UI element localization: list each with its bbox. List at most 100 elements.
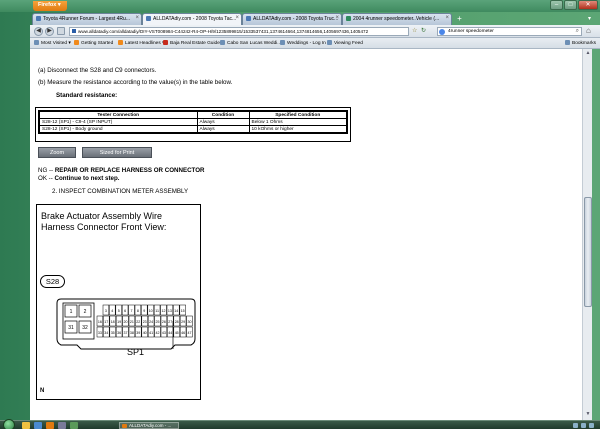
search-icon[interactable]: ⌕ [576, 28, 579, 35]
pin-label: 41 [149, 331, 153, 335]
tab-close-icon[interactable]: × [335, 15, 339, 21]
tab-favicon-icon [246, 16, 251, 21]
pin-label: 5 [118, 309, 120, 313]
firefox-icon [122, 424, 127, 428]
table-cell: Below 1 Ohms [248, 118, 348, 126]
bookmarks-toolbar: Most Visited ▾ Getting Started Latest He… [30, 38, 600, 49]
tab-list-chevron-down-icon[interactable]: ▾ [588, 15, 591, 22]
pin-label: 42 [156, 331, 160, 335]
close-icon[interactable]: ✕ [578, 0, 598, 10]
vertical-scrollbar[interactable]: ▲ ▼ [582, 49, 592, 420]
tray-app-icon[interactable] [589, 423, 594, 428]
pin-label: 22 [136, 320, 140, 324]
tab-favicon-icon [146, 16, 151, 21]
pin-label: 20 [124, 320, 128, 324]
pin-label: 19 [117, 320, 121, 324]
navigation-toolbar: ◀ ▶ www.alldatadiy.com/alldatadiy/DIY-VS… [30, 25, 600, 38]
site-favicon-icon [72, 29, 76, 33]
start-button-icon[interactable] [3, 419, 15, 429]
scroll-up-arrow-icon[interactable]: ▲ [584, 50, 592, 58]
bookmark-cabo-weddings[interactable]: Cabo San Lucas Weddi... [220, 40, 281, 46]
bookmark-star-icon[interactable]: ☆ [412, 27, 417, 34]
url-bar[interactable]: www.alldatadiy.com/alldatadiy/DIY-VST008… [69, 27, 409, 36]
resistance-table: Tester Connection Condition Specified Co… [38, 110, 348, 134]
connector-tag-s28: S28 [40, 275, 65, 288]
pin-label: 3 [105, 309, 107, 313]
connector-face-drawing: 1 231 32 3 4 5 6 7 8 9 10 11 12 13 14 1516 17 18 19 20 21 22… [56, 298, 196, 350]
sized-for-print-button[interactable]: Sized for Print [82, 147, 152, 158]
table-cell: S28-12 (SP1) - Body ground [38, 125, 198, 134]
maximize-icon[interactable]: □ [564, 0, 577, 10]
pin-label: 6 [124, 309, 126, 313]
bookmark-latest-headlines[interactable]: Latest Headlines ▾ [118, 40, 164, 46]
sp1-callout-label: SP1 [127, 347, 145, 357]
reload-icon[interactable]: ↻ [421, 27, 426, 34]
pin-label: 4 [111, 309, 113, 313]
forward-arrow-icon[interactable]: ▶ [45, 27, 54, 36]
pin-label: 15 [181, 309, 185, 313]
pin-label: 27 [168, 320, 172, 324]
pin-label: 47 [188, 331, 192, 335]
table-cell: Always [196, 125, 250, 134]
pin-label: 24 [149, 320, 153, 324]
taskbar-firefox-window[interactable]: ALLDATAdiy.com - ... [119, 422, 179, 429]
zoom-button[interactable]: Zoom [38, 147, 76, 158]
page-icon [57, 27, 65, 35]
step-b-text: (b) Measure the resistance according to … [38, 79, 233, 86]
new-tab-button[interactable]: + [454, 14, 465, 24]
tab-alldata-2[interactable]: ALLDATAdiy.com - 2008 Toyota Truc... × [242, 13, 342, 25]
pin-label: 38 [130, 331, 134, 335]
tab-bar: Toyota 4Runner Forum - Largest 4Ru... × A… [30, 12, 600, 25]
table-row: S28-12 (SP1) - Body ground Always 10 kOh… [38, 125, 348, 134]
step-2-heading: 2. INSPECT COMBINATION METER ASSEMBLY [52, 188, 189, 195]
bookmark-baja-real-estate[interactable]: Baja Real Estate Guide ... [163, 40, 225, 46]
tab-favicon-icon [36, 16, 41, 21]
table-cell: S28-12 (SP1) - C9-4 (SP INPUT) [38, 118, 198, 126]
firefox-menu-button[interactable]: Firefox ▾ [33, 1, 67, 11]
pin-label: 35 [111, 331, 115, 335]
volume-icon[interactable] [581, 423, 586, 428]
bookmarks-menu-button[interactable]: Bookmarks [565, 40, 596, 46]
bookmark-most-visited[interactable]: Most Visited ▾ [34, 40, 71, 46]
bookmark-getting-started[interactable]: Getting Started [74, 40, 113, 46]
pin-label: 21 [130, 320, 134, 324]
tab-speedometer-search[interactable]: 2004 4runner speedometer..Vehicle (... × [342, 13, 452, 25]
scroll-down-arrow-icon[interactable]: ▼ [584, 411, 592, 419]
pin-label: 8 [137, 309, 139, 313]
bookmark-weddings-login[interactable]: Weddings - Log In [280, 40, 326, 46]
pin-label: 10 [149, 309, 153, 313]
home-icon[interactable]: ⌂ [586, 26, 591, 35]
tab-favicon-icon [346, 16, 351, 21]
pin-label: 9 [143, 309, 145, 313]
table-cell: Always [196, 118, 250, 126]
pin-label: 7 [131, 309, 133, 313]
site-icon [220, 40, 225, 45]
minimize-icon[interactable]: – [550, 0, 563, 10]
tab-close-icon[interactable]: × [135, 15, 139, 21]
network-icon[interactable] [573, 423, 578, 428]
ng-result-line: NG -- REPAIR OR REPLACE HARNESS OR CONNE… [38, 167, 205, 174]
scrollbar-thumb[interactable] [584, 197, 592, 307]
quicklaunch-folder-icon[interactable] [22, 422, 30, 429]
diagram-title: Brake Actuator Assembly Wire Harness Con… [41, 211, 167, 232]
site-icon [163, 40, 168, 45]
search-engine-icon [439, 29, 445, 35]
tab-toyota-forum[interactable]: Toyota 4Runner Forum - Largest 4Ru... × [32, 13, 142, 25]
table-row: S28-12 (SP1) - C9-4 (SP INPUT) Always Be… [38, 118, 348, 126]
bookmark-viewing-feed[interactable]: Viewing Feed [327, 40, 363, 46]
quicklaunch-app-icon[interactable] [70, 422, 78, 429]
tab-close-icon[interactable]: × [235, 15, 239, 21]
site-icon [280, 40, 285, 45]
column-header: Specified Condition [248, 110, 348, 119]
pin-label: 31 [68, 325, 74, 331]
search-input[interactable]: 4runner speedometer ⌕ [437, 27, 582, 36]
quicklaunch-ie-icon[interactable] [34, 422, 42, 429]
tab-alldata-1[interactable]: ALLDATAdiy.com - 2008 Toyota Tac... × [142, 13, 242, 25]
windows-taskbar: ALLDATAdiy.com - ... [0, 419, 600, 429]
quicklaunch-firefox-icon[interactable] [46, 422, 54, 429]
pin-label: 11 [155, 309, 159, 313]
tab-close-icon[interactable]: × [445, 15, 449, 21]
back-arrow-icon[interactable]: ◀ [34, 27, 43, 36]
quicklaunch-app-icon[interactable] [58, 422, 66, 429]
pin-label: 13 [168, 309, 172, 313]
